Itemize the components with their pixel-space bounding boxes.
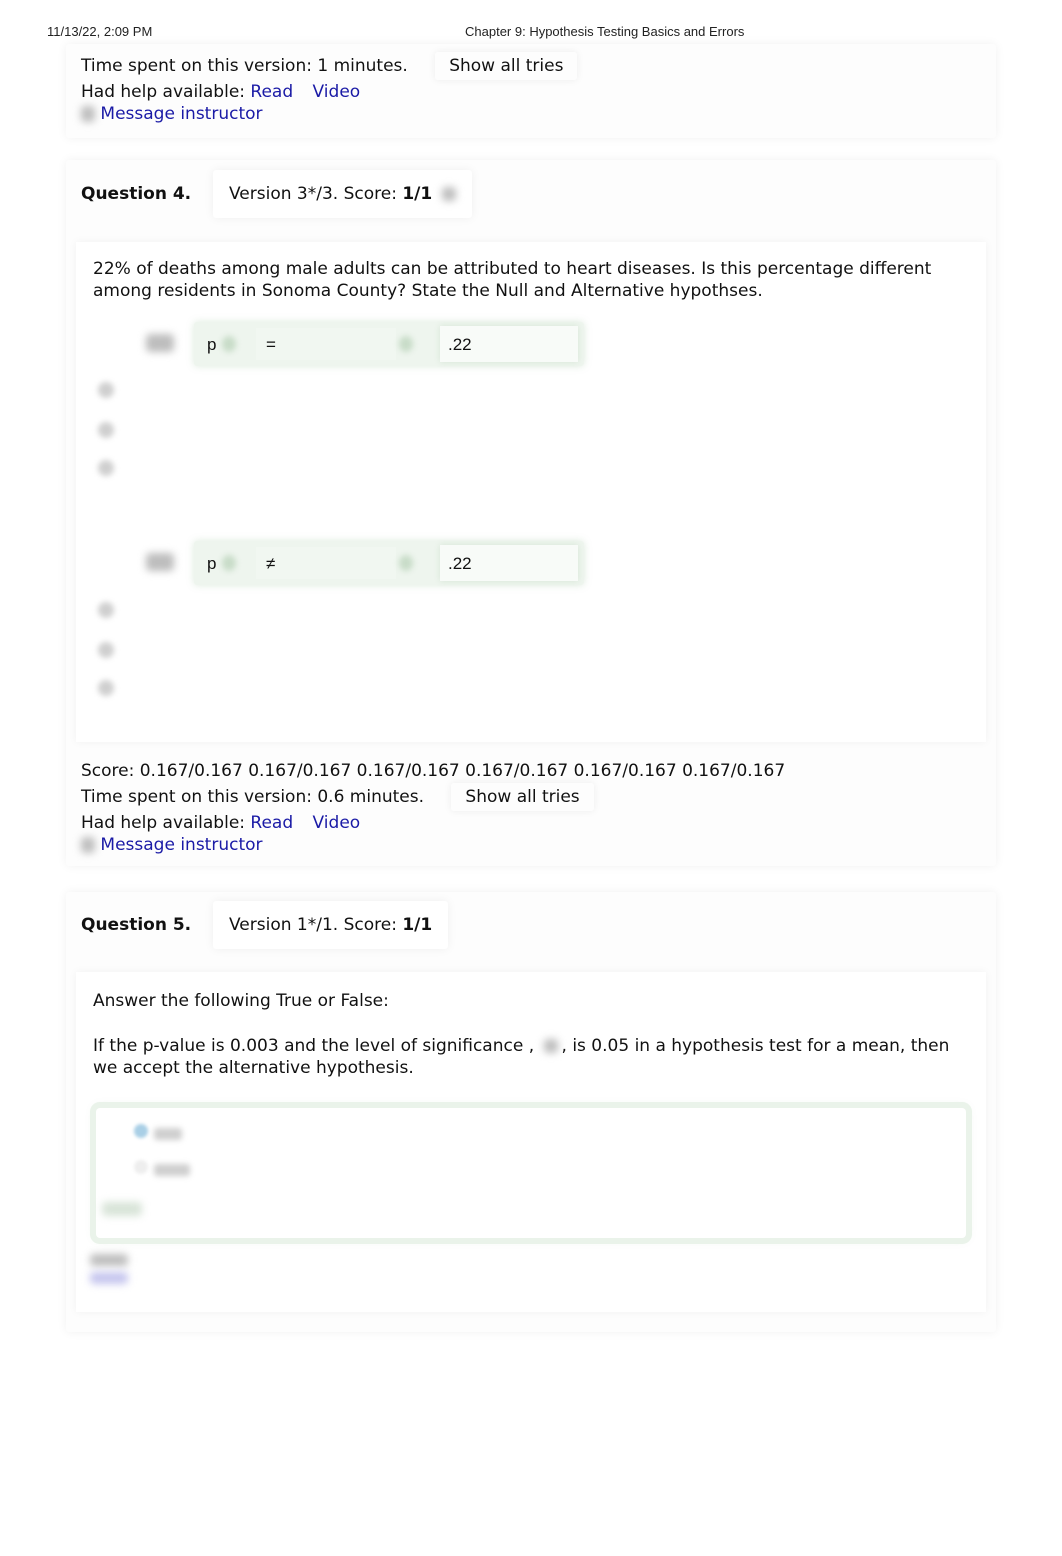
time-spent-line: Time spent on this version: 1 minutes. S… — [81, 52, 578, 80]
h0-parameter: p — [207, 335, 217, 354]
message-icon — [81, 837, 95, 853]
help-label: Had help available: — [81, 82, 246, 102]
question-5-body: Answer the following True or False: If t… — [76, 972, 986, 1312]
radio-true-selected[interactable] — [134, 1124, 148, 1138]
message-icon — [81, 106, 95, 122]
h0-value-input[interactable]: .22 — [440, 326, 578, 362]
ha-operator-check-icon — [399, 555, 413, 571]
h0-value: .22 — [448, 335, 472, 354]
help-line: Had help available: Read Video — [81, 813, 360, 833]
message-instructor-link[interactable]: Message instructor — [100, 835, 262, 855]
ha-value-input[interactable]: .22 — [440, 545, 578, 581]
alt-hypothesis-row: p ≠ .22 — [146, 541, 586, 585]
print-header: 11/13/22, 2:09 PM Chapter 9: Hypothesis … — [0, 24, 1062, 44]
alt-hypothesis-box: p ≠ .22 — [194, 541, 584, 585]
null-hypothesis-row: p = .22 — [146, 322, 586, 366]
question-number: Question 4. — [81, 184, 192, 204]
ha-parameter: p — [207, 554, 217, 573]
help-video-link[interactable]: Video — [313, 82, 361, 102]
question-text: If the p-value is 0.003 and the level of… — [93, 1035, 969, 1079]
question-4-body: 22% of deaths among male adults can be a… — [76, 242, 986, 742]
blurred-link[interactable] — [90, 1272, 128, 1284]
check-mark-icon — [98, 460, 114, 476]
score-value: 1/1 — [402, 915, 433, 935]
show-all-tries-button[interactable]: Show all tries — [451, 783, 594, 811]
blurred-label — [90, 1254, 128, 1266]
time-spent-line: Time spent on this version: 0.6 minutes.… — [81, 783, 594, 811]
print-datetime: 11/13/22, 2:09 PM — [47, 24, 153, 39]
help-video-link[interactable]: Video — [313, 813, 361, 833]
ha-operator-value: ≠ — [266, 554, 276, 573]
help-read-link[interactable]: Read — [250, 813, 293, 833]
alpha-symbol-icon — [543, 1039, 558, 1053]
message-line: Message instructor — [81, 835, 263, 855]
score-icon — [442, 187, 457, 201]
question-text: 22% of deaths among male adults can be a… — [93, 259, 932, 301]
h0-label — [146, 334, 174, 352]
version-text: Version 1*/1. Score: — [229, 915, 403, 935]
radio-false[interactable] — [134, 1160, 148, 1174]
h0-operator-value: = — [266, 335, 276, 354]
answer-options-box — [96, 1108, 966, 1238]
ha-value: .22 — [448, 554, 472, 573]
question-text-part-1: If the p-value is 0.003 and the level of… — [93, 1036, 535, 1056]
help-read-link[interactable]: Read — [250, 82, 293, 102]
h0-operator-check-icon — [399, 336, 413, 352]
check-mark-icon — [98, 642, 114, 658]
question-number: Question 5. — [81, 915, 192, 935]
h0-operator-select[interactable]: = — [256, 328, 396, 360]
question-instruction: Answer the following True or False: — [93, 991, 389, 1011]
show-all-tries-button[interactable]: Show all tries — [435, 52, 578, 80]
version-score: Version 1*/1. Score: 1/1 — [213, 901, 449, 949]
question-4-card: Question 4. Version 3*/3. Score: 1/1 22%… — [66, 160, 996, 866]
time-spent-text: Time spent on this version: 0.6 minutes. — [81, 787, 425, 807]
question-3-footer-card: Time spent on this version: 1 minutes. S… — [66, 44, 996, 138]
time-spent-text: Time spent on this version: 1 minutes. — [81, 56, 408, 76]
check-mark-icon — [98, 422, 114, 438]
score-breakdown-line: Score: 0.167/0.167 0.167/0.167 0.167/0.1… — [81, 761, 786, 781]
ha-operator-select[interactable]: ≠ — [256, 547, 396, 579]
print-page-title: Chapter 9: Hypothesis Testing Basics and… — [465, 24, 745, 39]
check-mark-icon — [98, 602, 114, 618]
correct-mark-icon — [102, 1202, 142, 1216]
null-hypothesis-box: p = .22 — [194, 322, 584, 366]
help-line: Had help available: Read Video — [81, 82, 360, 102]
check-mark-icon — [98, 680, 114, 696]
version-text: Version 3*/3. Score: — [229, 184, 403, 204]
ha-parameter-check-icon — [222, 555, 236, 571]
message-line: Message instructor — [81, 104, 263, 124]
ha-label — [146, 553, 174, 571]
version-score: Version 3*/3. Score: 1/1 — [213, 170, 473, 218]
help-label: Had help available: — [81, 813, 246, 833]
check-mark-icon — [98, 382, 114, 398]
question-5-card: Question 5. Version 1*/1. Score: 1/1 Ans… — [66, 892, 996, 1332]
score-value: 1/1 — [402, 184, 433, 204]
option-true-label — [154, 1128, 182, 1140]
h0-parameter-check-icon — [222, 336, 236, 352]
message-instructor-link[interactable]: Message instructor — [100, 104, 262, 124]
option-false-label — [154, 1164, 190, 1176]
